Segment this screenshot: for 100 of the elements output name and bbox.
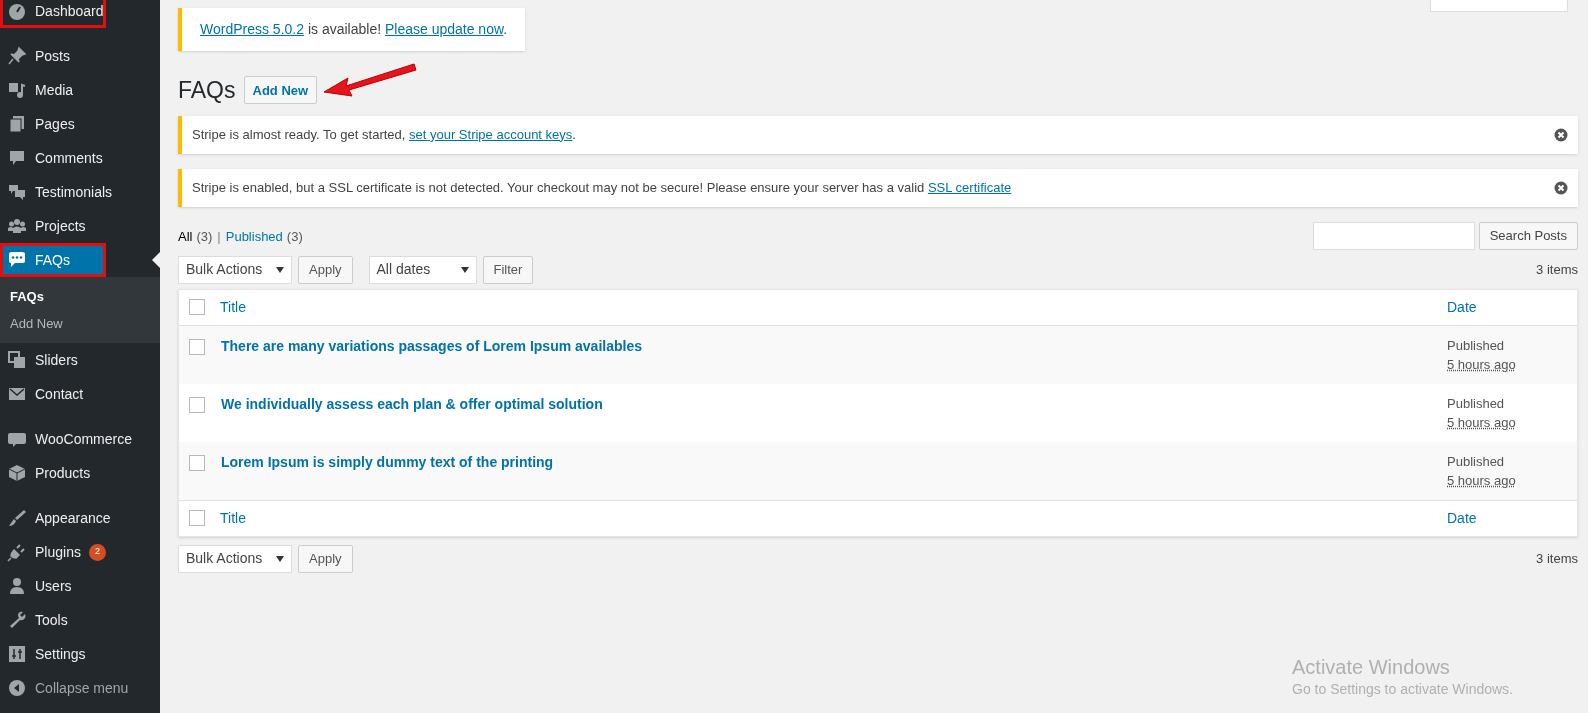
collapse-icon bbox=[7, 678, 27, 698]
current-menu-pointer bbox=[152, 252, 160, 268]
menu-label: Settings bbox=[35, 644, 86, 664]
row-checkbox[interactable] bbox=[189, 338, 205, 355]
menu-label: Comments bbox=[35, 148, 103, 168]
post-title-link[interactable]: Lorem Ipsum is simply dummy text of the printing bbox=[221, 451, 1447, 500]
notice-text: . bbox=[572, 125, 576, 144]
menu-label: Products bbox=[35, 463, 91, 483]
speech-bubble-icon bbox=[7, 250, 27, 270]
column-header-link[interactable]: Date bbox=[1447, 507, 1577, 529]
activation-message: Go to Settings to activate Windows. bbox=[1292, 680, 1513, 699]
post-status: Published bbox=[1447, 336, 1506, 355]
caret-icon bbox=[276, 555, 284, 562]
row-checkbox[interactable] bbox=[189, 454, 205, 471]
box-icon bbox=[7, 463, 27, 483]
menu-item[interactable]: Collapse menu bbox=[0, 671, 160, 705]
filter-button[interactable]: Filter bbox=[482, 255, 534, 284]
menu-label: Users bbox=[35, 576, 72, 596]
media-icon bbox=[7, 80, 27, 100]
menu-label: Media bbox=[35, 80, 74, 100]
menu-label: Pages bbox=[35, 114, 75, 134]
view-filter-link[interactable]: Published (3) bbox=[225, 227, 303, 247]
menu-item[interactable]: Products bbox=[0, 456, 160, 490]
slides-icon bbox=[7, 350, 27, 370]
row-checkbox[interactable] bbox=[189, 396, 205, 413]
date-filter-select[interactable]: All dates bbox=[368, 255, 477, 284]
menu-item[interactable]: Comments bbox=[0, 141, 160, 175]
sliders-icon bbox=[7, 644, 27, 664]
menu-item[interactable]: Dashboard bbox=[0, 0, 106, 28]
menu-item[interactable]: Pages bbox=[0, 107, 160, 141]
post-date: 5 hours ago bbox=[1447, 471, 1516, 490]
menu-label: Projects bbox=[35, 216, 86, 236]
menu-item[interactable]: Media bbox=[0, 73, 160, 107]
column-header-link[interactable]: Title bbox=[220, 507, 1447, 529]
screen-options-button[interactable] bbox=[1430, 0, 1568, 12]
add-new-button[interactable]: Add New bbox=[243, 76, 318, 105]
notice-text: Stripe is enabled, but a SSL certificate is not detected. Your checkout may not be secure! Please ensure your server has a valid bbox=[192, 178, 926, 197]
menu-item[interactable]: FAQs bbox=[0, 243, 106, 277]
column-header-link[interactable]: Date bbox=[1447, 296, 1577, 318]
submenu-item[interactable]: Add New bbox=[0, 310, 160, 337]
menu-item[interactable]: Sliders bbox=[0, 343, 160, 377]
menu-label: Contact bbox=[35, 384, 84, 404]
caret-icon bbox=[460, 266, 469, 273]
page-title: FAQs bbox=[178, 76, 236, 105]
menu-item[interactable]: Plugins 2 bbox=[0, 535, 160, 569]
search-field[interactable] bbox=[1312, 221, 1475, 250]
row-checkbox[interactable] bbox=[189, 510, 205, 526]
bulk-actions-select[interactable]: Bulk Actions bbox=[178, 544, 292, 573]
update-count-badge: 2 bbox=[88, 543, 106, 561]
menu-label: Plugins bbox=[35, 542, 81, 562]
search-posts-button[interactable]: Search Posts bbox=[1478, 221, 1578, 250]
pushpin-icon bbox=[7, 46, 27, 66]
menu-item[interactable]: Testimonials bbox=[0, 175, 160, 209]
activation-title: Activate Windows bbox=[1292, 655, 1451, 679]
comments-icon bbox=[7, 182, 27, 202]
notice-text: . bbox=[503, 21, 508, 37]
menu-label: Testimonials bbox=[35, 182, 113, 202]
notice-text: is available! bbox=[306, 21, 383, 37]
menu-item[interactable]: Projects bbox=[0, 209, 160, 243]
post-date: 5 hours ago bbox=[1447, 413, 1516, 432]
view-filter-link[interactable]: All (3) bbox=[178, 227, 213, 247]
dismiss-icon[interactable] bbox=[1554, 127, 1568, 142]
post-title-link[interactable]: There are many variations passages of Lorem Ipsum availables bbox=[221, 335, 1447, 384]
menu-item[interactable]: Settings bbox=[0, 637, 160, 671]
item-count: 3 items bbox=[1536, 260, 1578, 279]
row-checkbox[interactable] bbox=[189, 299, 205, 315]
dismiss-icon[interactable] bbox=[1554, 180, 1568, 195]
version-link[interactable]: WordPress 5.0.2 bbox=[200, 21, 304, 37]
paintbrush-icon bbox=[7, 508, 27, 528]
apply-button[interactable]: Apply bbox=[298, 544, 353, 573]
notice-link[interactable]: SSL certificate bbox=[927, 177, 1012, 198]
menu-label: Dashboard bbox=[35, 1, 104, 21]
menu-label: Tools bbox=[35, 610, 68, 630]
plug-icon bbox=[7, 542, 27, 562]
menu-item[interactable]: Tools bbox=[0, 603, 160, 637]
column-header-link[interactable]: Title bbox=[220, 296, 1447, 318]
menu-item[interactable]: Posts bbox=[0, 39, 160, 73]
group-icon bbox=[7, 216, 27, 236]
menu-label: Collapse menu bbox=[35, 678, 129, 698]
view-label: All bbox=[178, 228, 193, 246]
menu-item[interactable]: WooCommerce bbox=[0, 422, 160, 456]
post-title-link[interactable]: We individually assess each plan & offer optimal solution bbox=[221, 393, 1447, 442]
view-count: (3) bbox=[196, 228, 213, 246]
apply-button[interactable]: Apply bbox=[298, 255, 353, 284]
post-status: Published bbox=[1447, 394, 1506, 413]
view-count: (3) bbox=[286, 228, 303, 246]
menu-item[interactable]: Users bbox=[0, 569, 160, 603]
menu-label: Appearance bbox=[35, 508, 111, 528]
view-separator: | bbox=[217, 228, 221, 246]
menu-item[interactable]: Contact bbox=[0, 377, 160, 411]
menu-label: Posts bbox=[35, 46, 70, 66]
item-count: 3 items bbox=[1536, 549, 1578, 568]
post-status: Published bbox=[1447, 452, 1506, 471]
post-date: 5 hours ago bbox=[1447, 355, 1516, 374]
menu-item[interactable]: Appearance bbox=[0, 501, 160, 535]
pages-icon bbox=[7, 114, 27, 134]
user-icon bbox=[7, 576, 27, 596]
submenu-item[interactable]: FAQs bbox=[0, 283, 160, 310]
bulk-actions-select[interactable]: Bulk Actions bbox=[178, 255, 292, 284]
menu-label: Sliders bbox=[35, 350, 78, 370]
